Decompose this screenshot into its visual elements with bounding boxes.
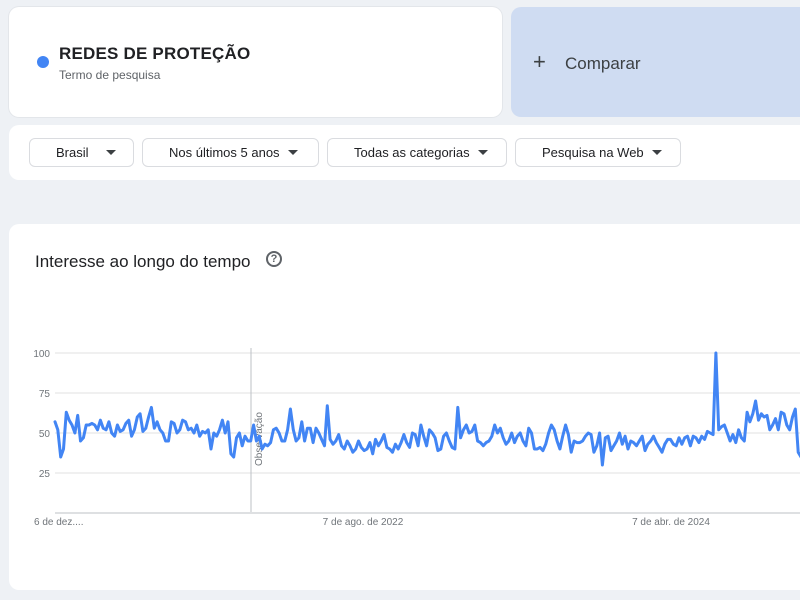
x-axis-ticks: 6 de dez.... 7 de ago. de 2022 7 de abr. d… [34, 517, 710, 528]
y-tick-label: 50 [39, 429, 51, 440]
dropdown-arrow-icon [287, 150, 298, 155]
filter-search-type-label: Pesquisa na Web [542, 145, 644, 160]
series-line-redes-de-protecao[interactable] [53, 351, 800, 467]
interest-over-time-card: Interesse ao longo do tempo ? Observação… [9, 224, 800, 590]
compare-label: Comparar [565, 54, 641, 73]
filter-category-label: Todas as categorias [354, 145, 470, 160]
compare-button[interactable]: + Comparar [511, 7, 800, 117]
y-axis-ticks: 25 50 75 100 [33, 349, 50, 480]
search-term-name[interactable]: REDES DE PROTEÇÃO [59, 44, 250, 64]
x-tick-label: 7 de abr. de 2024 [632, 517, 710, 528]
filters-bar: Brasil Nos últimos 5 anos Todas as categ… [9, 125, 800, 180]
y-tick-label: 25 [39, 469, 51, 480]
y-tick-label: 100 [33, 349, 50, 360]
filter-search-type[interactable]: Pesquisa na Web [515, 138, 681, 167]
dropdown-arrow-icon [477, 150, 488, 155]
filter-region-label: Brasil [56, 145, 89, 160]
search-term-card[interactable]: REDES DE PROTEÇÃO Termo de pesquisa [9, 7, 502, 117]
dropdown-arrow-icon [105, 150, 116, 155]
plus-icon: + [533, 49, 546, 74]
search-term-subtitle: Termo de pesquisa [59, 68, 161, 82]
interest-line-chart: Observação 255075100 6 de dez.... 7 de ag… [33, 348, 800, 528]
dropdown-arrow-icon [651, 150, 662, 155]
filter-region[interactable]: Brasil [29, 138, 134, 167]
y-tick-label: 75 [39, 389, 51, 400]
x-tick-label: 7 de ago. de 2022 [323, 517, 404, 528]
filter-category[interactable]: Todas as categorias [327, 138, 507, 167]
x-tick-label: 6 de dez.... [34, 517, 83, 528]
series-color-dot [37, 56, 49, 68]
filter-time-range[interactable]: Nos últimos 5 anos [142, 138, 319, 167]
filter-time-range-label: Nos últimos 5 anos [169, 145, 280, 160]
